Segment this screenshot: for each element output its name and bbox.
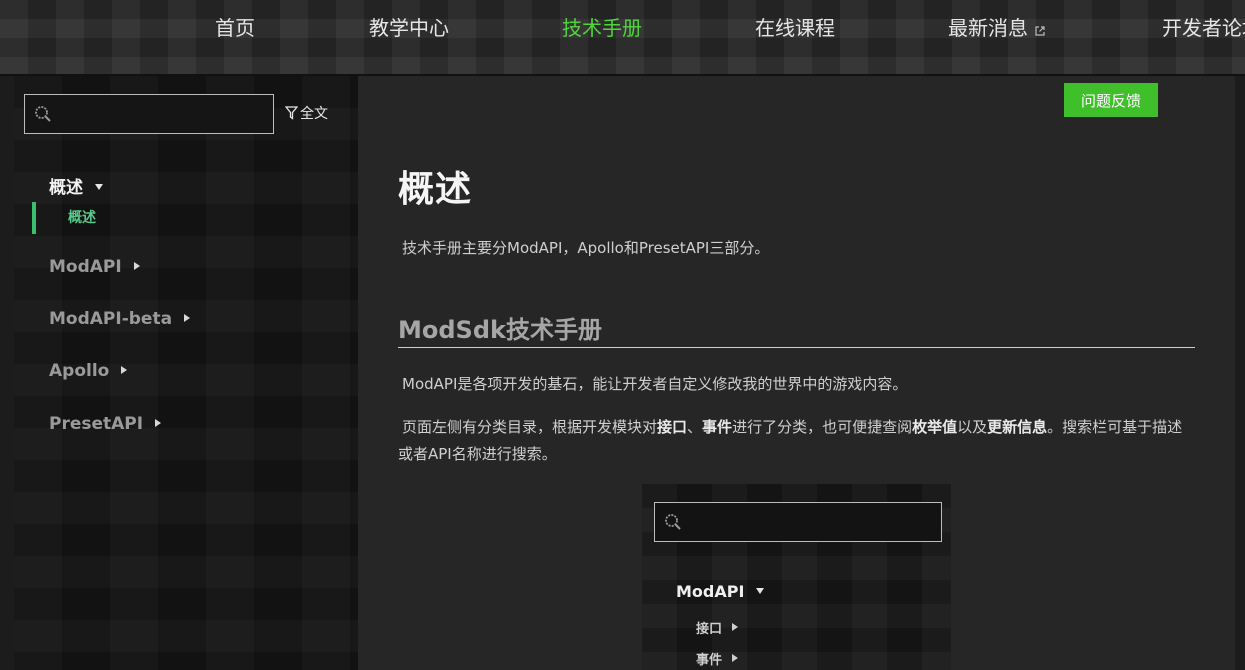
usage-description: 页面左侧有分类目录，根据开发模块对接口、事件进行了分类，也可便捷查阅枚举值以及更… — [398, 414, 1195, 468]
caret-right-icon — [121, 366, 128, 374]
caret-down-icon — [756, 588, 765, 594]
sidebar: 全文 概述 概述 ModAPI ModAPI-beta Apollo Prese… — [14, 76, 358, 670]
preview-group-label: ModAPI — [676, 582, 745, 601]
nav-item-developer-forum[interactable]: 开发者论坛 — [1162, 14, 1245, 42]
sidebar-group-label: ModAPI-beta — [49, 309, 173, 329]
sidebar-item-overview[interactable]: 概述 — [32, 202, 232, 234]
preview-item-interface: 接口 — [696, 618, 739, 637]
external-link-icon — [1034, 16, 1048, 44]
modapi-description: ModAPI是各项开发的基石，能让开发者自定义修改我的世界中的游戏内容。 — [402, 375, 908, 393]
sidebar-group-label: Apollo — [49, 361, 110, 381]
nav-item-teaching-center[interactable]: 教学中心 — [369, 14, 449, 42]
sidebar-preview-image: ModAPI 接口 事件 — [642, 484, 951, 670]
sidebar-group-overview[interactable]: 概述 — [49, 173, 103, 198]
page-title: 概述 — [398, 169, 473, 210]
bold-enum: 枚举值 — [912, 418, 958, 436]
fulltext-filter-button[interactable]: 全文 — [284, 103, 328, 123]
sidebar-group-presetapi[interactable]: PresetAPI — [49, 414, 162, 434]
caret-right-icon — [133, 262, 140, 270]
bold-event: 事件 — [702, 418, 733, 436]
sidebar-group-label: 概述 — [49, 178, 83, 198]
caret-right-icon — [184, 314, 191, 322]
sidebar-search-box[interactable] — [24, 94, 274, 134]
preview-item-event: 事件 — [696, 649, 739, 668]
caret-right-icon — [732, 623, 739, 631]
filter-icon — [284, 106, 299, 120]
caret-right-icon — [155, 419, 162, 427]
text-run: 、 — [687, 418, 703, 436]
sidebar-group-modapi-beta[interactable]: ModAPI-beta — [49, 309, 191, 329]
text-run: 进行了分类，也可便捷查阅 — [732, 418, 913, 436]
section-divider — [398, 347, 1195, 348]
sidebar-group-label: ModAPI — [49, 257, 122, 277]
caret-down-icon — [95, 184, 103, 190]
sidebar-group-apollo[interactable]: Apollo — [49, 361, 128, 381]
intro-text: 技术手册主要分ModAPI，Apollo和PresetAPI三部分。 — [402, 239, 770, 257]
preview-search-box — [654, 502, 942, 542]
preview-item-label: 事件 — [696, 653, 723, 668]
text-run: 以及 — [957, 418, 988, 436]
nav-item-latest-news-label: 最新消息 — [948, 16, 1028, 40]
feedback-button[interactable]: 问题反馈 — [1064, 83, 1158, 117]
main-content: 问题反馈 概述 技术手册主要分ModAPI，Apollo和PresetAPI三部… — [358, 76, 1235, 670]
nav-item-online-courses[interactable]: 在线课程 — [755, 14, 835, 42]
search-icon — [664, 513, 682, 531]
preview-item-label: 接口 — [696, 622, 723, 637]
caret-right-icon — [732, 654, 739, 662]
bold-interface: 接口 — [657, 418, 688, 436]
fulltext-label: 全文 — [300, 106, 328, 122]
search-icon — [34, 105, 52, 123]
preview-group-modapi: ModAPI — [676, 582, 765, 601]
sidebar-group-label: PresetAPI — [49, 414, 144, 434]
sidebar-search-input[interactable] — [57, 95, 267, 133]
nav-item-home[interactable]: 首页 — [215, 14, 255, 42]
top-navigation: 首页 教学中心 技术手册 在线课程 最新消息 开发者论坛 — [0, 0, 1245, 76]
section-title: ModSdk技术手册 — [398, 316, 602, 344]
bold-update-info: 更新信息 — [987, 418, 1048, 436]
nav-item-latest-news[interactable]: 最新消息 — [948, 14, 1048, 42]
sidebar-group-modapi[interactable]: ModAPI — [49, 257, 140, 277]
nav-item-tech-manual[interactable]: 技术手册 — [562, 14, 642, 42]
text-run: 页面左侧有分类目录，根据开发模块对 — [402, 418, 658, 436]
